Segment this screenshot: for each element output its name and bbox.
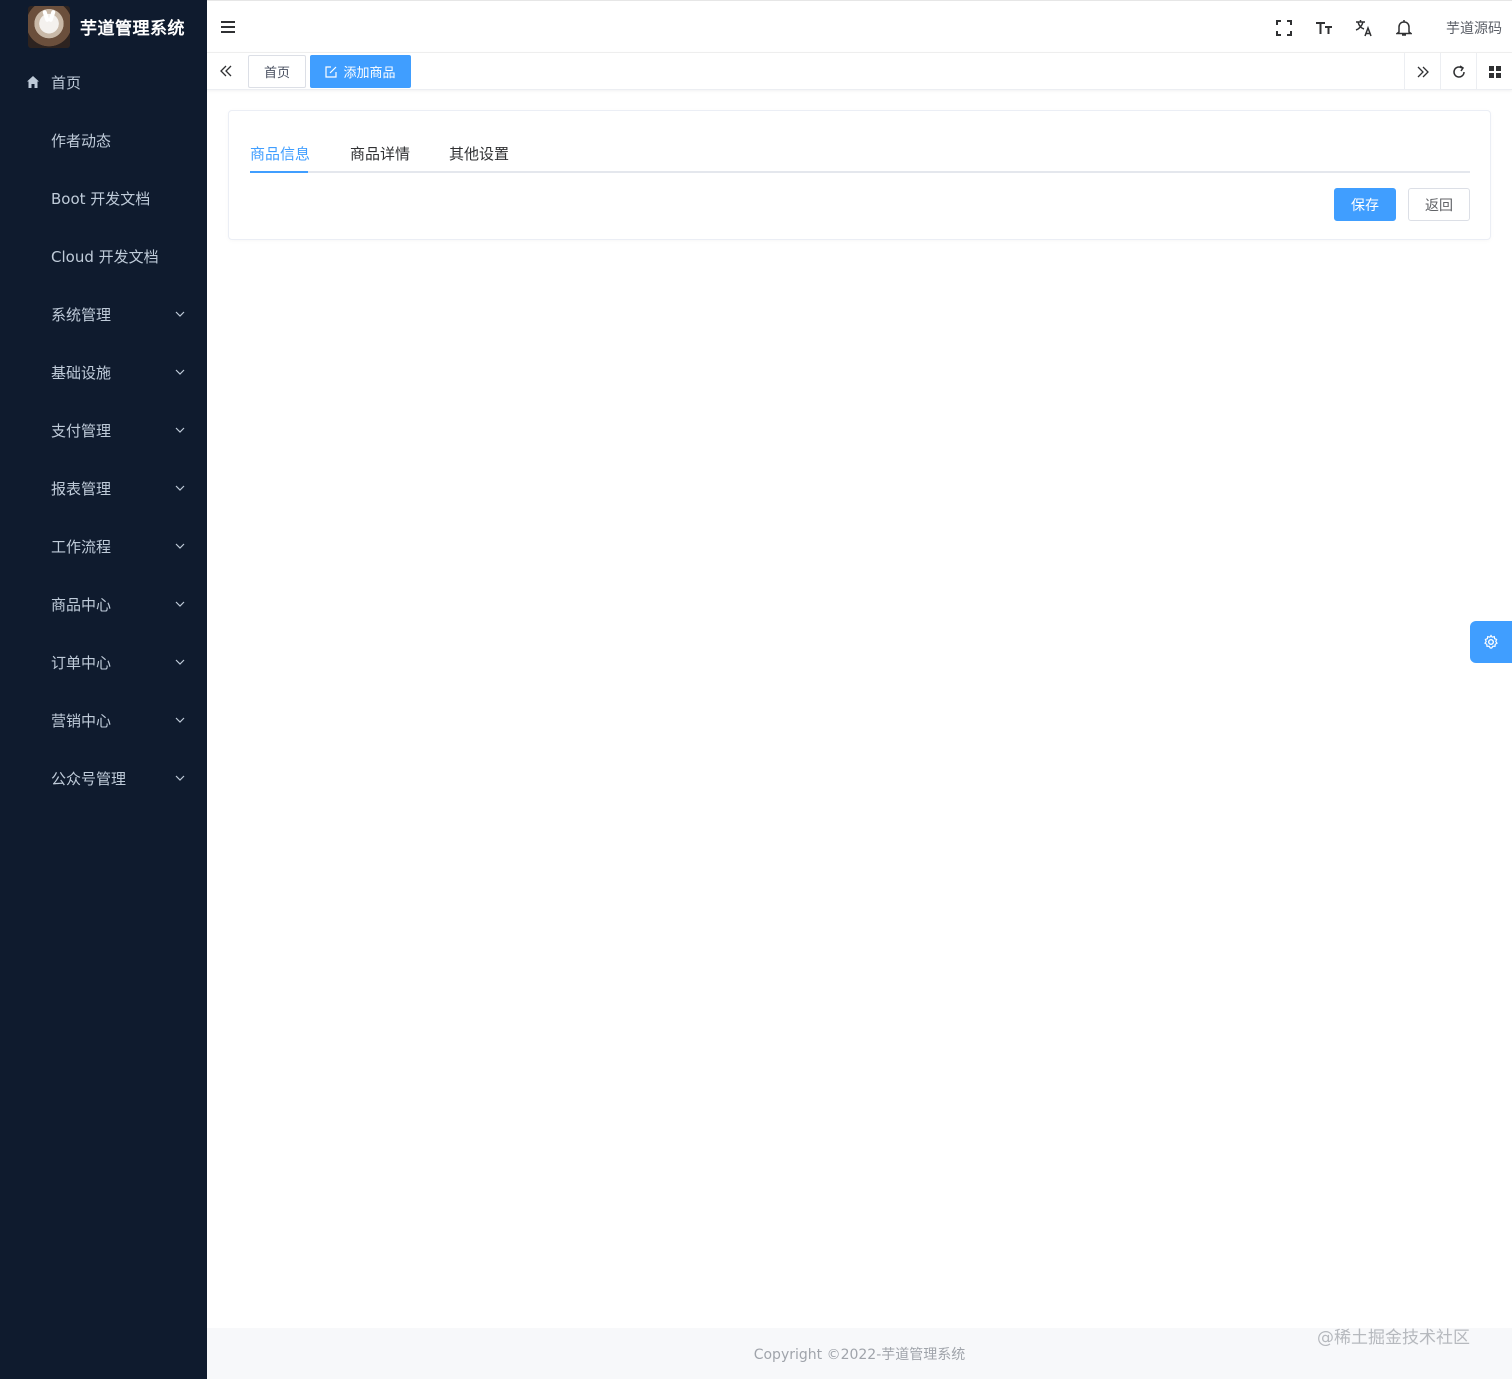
sidebar-item-order[interactable]: 订单中心	[0, 633, 207, 691]
scroll-right-icon	[1417, 66, 1429, 77]
app-title: 芋道管理系统	[80, 19, 185, 39]
sidebar-item-workflow[interactable]: 工作流程	[0, 517, 207, 575]
sidebar-item-infra[interactable]: 基础设施	[0, 343, 207, 401]
sidebar-item-label: 基础设施	[51, 363, 112, 382]
tag-label: 添加商品	[343, 66, 396, 81]
home-icon	[27, 76, 39, 88]
bell-icon[interactable]	[1384, 1, 1424, 54]
font-size-icon[interactable]	[1304, 1, 1344, 54]
sidebar-logo[interactable]: 芋道管理系统	[0, 0, 207, 53]
sidebar-item-label: Cloud 开发文档	[51, 247, 159, 266]
tab-other-settings[interactable]: 其他设置	[449, 143, 509, 164]
sidebar-item-boot-docs[interactable]: Boot 开发文档	[0, 169, 207, 227]
watermark: @稀土掘金技术社区	[1317, 1328, 1470, 1348]
copyright-text: Copyright ©2022-芋道管理系统	[753, 1346, 966, 1363]
refresh-icon	[1452, 64, 1465, 78]
sidebar-menu: 首页 作者动态 Boot 开发文档 Cloud 开发文档 系统管理 基础设施 支…	[0, 53, 207, 807]
back-button[interactable]: 返回	[1408, 188, 1470, 221]
hamburger-icon[interactable]	[221, 20, 235, 34]
sidebar-item-label: 作者动态	[51, 131, 112, 150]
sidebar-item-label: Boot 开发文档	[51, 189, 151, 208]
sidebar-item-label: 公众号管理	[51, 769, 127, 788]
navbar-right: 芋道源码	[1264, 1, 1512, 54]
user-name[interactable]: 芋道源码	[1446, 18, 1502, 38]
scroll-left-icon[interactable]	[217, 62, 235, 80]
logo-image	[28, 5, 70, 48]
edit-icon	[325, 65, 338, 78]
tag-home[interactable]: 首页	[248, 55, 306, 88]
scroll-right-button[interactable]	[1404, 53, 1440, 90]
sidebar-item-mp[interactable]: 公众号管理	[0, 749, 207, 807]
sidebar-item-product[interactable]: 商品中心	[0, 575, 207, 633]
chevron-down-icon	[175, 717, 185, 723]
navbar: 芋道源码	[207, 0, 1512, 53]
sidebar-item-system[interactable]: 系统管理	[0, 285, 207, 343]
tab-product-info[interactable]: 商品信息	[250, 143, 310, 164]
product-form-card: 商品信息 商品详情 其他设置 保存 返回	[228, 110, 1491, 240]
chevron-down-icon	[175, 311, 185, 317]
chevron-down-icon	[175, 775, 185, 781]
sidebar-item-label: 首页	[51, 73, 82, 92]
translate-icon[interactable]	[1344, 1, 1384, 54]
sidebar-item-label: 订单中心	[51, 653, 112, 672]
chevron-down-icon	[175, 601, 185, 607]
chevron-down-icon	[175, 543, 185, 549]
fullscreen-icon[interactable]	[1264, 1, 1304, 54]
save-button[interactable]: 保存	[1334, 188, 1396, 221]
tags-right-tools	[1404, 53, 1512, 90]
tag-add-product[interactable]: 添加商品	[310, 55, 411, 88]
sidebar: 芋道管理系统 首页 作者动态 Boot 开发文档 Cloud 开发文档 系统管理…	[0, 0, 207, 1379]
sidebar-item-label: 工作流程	[51, 537, 112, 556]
sidebar-item-marketing[interactable]: 营销中心	[0, 691, 207, 749]
refresh-button[interactable]	[1440, 53, 1476, 90]
chevron-down-icon	[175, 427, 185, 433]
sidebar-item-label: 系统管理	[51, 305, 112, 324]
chevron-down-icon	[175, 485, 185, 491]
active-tab-indicator	[250, 171, 308, 173]
chevron-down-icon	[175, 369, 185, 375]
product-tabs: 商品信息 商品详情 其他设置	[250, 137, 1470, 173]
grid-icon	[1488, 65, 1501, 78]
tag-label: 首页	[263, 66, 290, 81]
sidebar-item-pay[interactable]: 支付管理	[0, 401, 207, 459]
sidebar-item-label: 报表管理	[51, 479, 112, 498]
sidebar-item-label: 商品中心	[51, 595, 112, 614]
sidebar-item-label: 营销中心	[51, 711, 112, 730]
tags-view: 首页 添加商品	[207, 53, 1512, 90]
tags-menu-button[interactable]	[1476, 53, 1512, 90]
gear-icon	[1484, 634, 1498, 649]
sidebar-item-cloud-docs[interactable]: Cloud 开发文档	[0, 227, 207, 285]
sidebar-item-author-news[interactable]: 作者动态	[0, 111, 207, 169]
sidebar-item-label: 支付管理	[51, 421, 112, 440]
chevron-down-icon	[175, 659, 185, 665]
tab-product-detail[interactable]: 商品详情	[350, 143, 410, 164]
settings-drawer-button[interactable]	[1470, 621, 1512, 663]
sidebar-item-home[interactable]: 首页	[0, 53, 207, 111]
sidebar-item-report[interactable]: 报表管理	[0, 459, 207, 517]
